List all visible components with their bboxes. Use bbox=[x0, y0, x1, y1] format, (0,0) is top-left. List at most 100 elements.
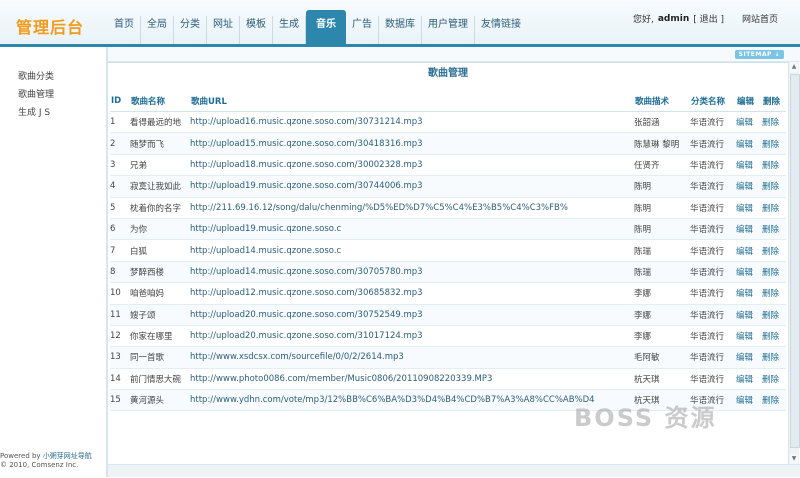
delete-link[interactable]: 删除 bbox=[762, 111, 786, 134]
edit-link[interactable]: 编辑 bbox=[736, 132, 762, 155]
table-row: 13 同一首歌 http://www.xsdcsx.com/sourcefile/0… bbox=[110, 346, 786, 369]
nav-tab-4[interactable]: 模板 bbox=[240, 16, 273, 44]
nav-tab-3[interactable]: 网址 bbox=[207, 16, 240, 44]
cell-song-name: 随梦而飞 bbox=[130, 132, 190, 155]
cell-song-url: http://www.xsdcsx.com/sourcefile/0/0/2/2… bbox=[190, 346, 634, 369]
edit-link[interactable]: 编辑 bbox=[736, 346, 762, 369]
edit-link[interactable]: 编辑 bbox=[736, 325, 762, 348]
delete-link[interactable]: 删除 bbox=[762, 218, 786, 241]
col-header-edit: 编辑 bbox=[736, 91, 762, 112]
cell-song-url: http://www.ydhn.com/vote/mp3/12%BB%C6%BA… bbox=[190, 389, 634, 412]
delete-link[interactable]: 删除 bbox=[762, 346, 786, 369]
cell-song-name: 梦醉西楼 bbox=[130, 261, 190, 284]
cell-song-url: http://211.69.16.12/song/dalu/chenming/%… bbox=[190, 197, 634, 219]
cell-id: 5 bbox=[110, 197, 130, 219]
table-row: 3 兄弟 http://upload18.music.qzone.soso.com/… bbox=[110, 154, 786, 177]
cell-song-name: 兄弟 bbox=[130, 154, 190, 177]
sidebar: 歌曲分类 歌曲管理 生成 J S bbox=[0, 47, 108, 477]
nav-tab-10[interactable]: 友情链接 bbox=[475, 16, 527, 44]
header: 管理后台 首页 全局 分类 网址 模板 生成 音乐 广告 数据库 用户管理 友情链接 您好, adm… bbox=[0, 0, 800, 47]
cell-id: 1 bbox=[110, 111, 130, 134]
cell-song-name: 同一首歌 bbox=[130, 346, 190, 369]
edit-link[interactable]: 编辑 bbox=[736, 304, 762, 326]
scroll-up-arrow-icon[interactable]: ▲ bbox=[790, 62, 798, 72]
delete-link[interactable]: 删除 bbox=[762, 239, 786, 262]
nav-tab-0[interactable]: 首页 bbox=[108, 16, 141, 44]
cell-song-url: http://upload14.music.qzone.soso.c bbox=[190, 239, 634, 262]
sub-toolbar: SITEMAP ⇣ bbox=[108, 47, 800, 62]
main-nav: 首页 全局 分类 网址 模板 生成 音乐 广告 数据库 用户管理 友情链接 bbox=[108, 10, 527, 44]
sidebar-item-song-manage[interactable]: 歌曲管理 bbox=[18, 87, 54, 100]
delete-link[interactable]: 删除 bbox=[762, 368, 786, 391]
nav-tab-7[interactable]: 广告 bbox=[346, 16, 379, 44]
nav-tab-6[interactable]: 音乐 bbox=[306, 10, 346, 44]
edit-link[interactable]: 编辑 bbox=[736, 239, 762, 262]
cell-id: 6 bbox=[110, 218, 130, 241]
cell-category: 华语流行 bbox=[690, 325, 736, 348]
delete-link[interactable]: 删除 bbox=[762, 389, 786, 412]
table-row: 14 前门情思大碗 http://www.photo0086.com/member/… bbox=[110, 368, 786, 391]
nav-tab-8[interactable]: 数据库 bbox=[379, 16, 422, 44]
cell-id: 2 bbox=[110, 132, 130, 155]
table-row: 1 看得最远的地 http://upload16.music.qzone.soso.… bbox=[110, 111, 786, 134]
delete-link[interactable]: 删除 bbox=[762, 304, 786, 326]
cell-category: 华语流行 bbox=[690, 132, 736, 155]
delete-link[interactable]: 删除 bbox=[762, 282, 786, 305]
cell-artist: 任贤齐 bbox=[634, 154, 690, 177]
horizontal-scrollbar[interactable] bbox=[108, 464, 800, 477]
sidebar-item-generate-js[interactable]: 生成 J S bbox=[18, 105, 50, 118]
cell-artist: 陈明 bbox=[634, 175, 690, 198]
delete-link[interactable]: 删除 bbox=[762, 261, 786, 284]
edit-link[interactable]: 编辑 bbox=[736, 282, 762, 305]
col-header-category: 分类名称 bbox=[690, 91, 736, 112]
edit-link[interactable]: 编辑 bbox=[736, 197, 762, 219]
cell-artist: 陈瑞 bbox=[634, 261, 690, 284]
cell-song-url: http://upload12.music.qzone.soso.com/306… bbox=[190, 282, 634, 305]
app-logo: 管理后台 bbox=[16, 18, 85, 37]
cell-artist: 陈慧琳 黎明 bbox=[634, 132, 690, 155]
nav-tab-5[interactable]: 生成 bbox=[273, 16, 306, 44]
brand-link[interactable]: 小粥芽网址导航 bbox=[43, 452, 92, 460]
delete-link[interactable]: 删除 bbox=[762, 175, 786, 198]
site-home-link[interactable]: 网站首页 bbox=[742, 12, 778, 25]
cell-song-url: http://upload20.music.qzone.soso.com/310… bbox=[190, 325, 634, 348]
cell-id: 7 bbox=[110, 239, 130, 262]
edit-link[interactable]: 编辑 bbox=[736, 218, 762, 241]
delete-link[interactable]: 删除 bbox=[762, 197, 786, 219]
sidebar-item-song-category[interactable]: 歌曲分类 bbox=[18, 69, 54, 82]
cell-song-url: http://upload16.music.qzone.soso.com/307… bbox=[190, 111, 634, 134]
cell-song-url: http://upload19.music.qzone.soso.c bbox=[190, 218, 634, 241]
nav-tab-9[interactable]: 用户管理 bbox=[422, 16, 475, 44]
cell-category: 华语流行 bbox=[690, 346, 736, 369]
cell-category: 华语流行 bbox=[690, 304, 736, 326]
edit-link[interactable]: 编辑 bbox=[736, 111, 762, 134]
delete-link[interactable]: 删除 bbox=[762, 132, 786, 155]
table-row: 4 寂寞让我如此 http://upload19.music.qzone.soso.… bbox=[110, 175, 786, 198]
edit-link[interactable]: 编辑 bbox=[736, 389, 762, 412]
delete-link[interactable]: 删除 bbox=[762, 154, 786, 177]
scroll-down-arrow-icon[interactable]: ▼ bbox=[790, 454, 798, 464]
vertical-scrollbar[interactable]: ▲ ▼ bbox=[788, 62, 800, 464]
edit-link[interactable]: 编辑 bbox=[736, 261, 762, 284]
edit-link[interactable]: 编辑 bbox=[736, 175, 762, 198]
cell-song-url: http://upload19.music.qzone.soso.com/307… bbox=[190, 175, 634, 198]
scroll-thumb[interactable] bbox=[790, 74, 800, 448]
nav-tab-2[interactable]: 分类 bbox=[174, 16, 207, 44]
edit-link[interactable]: 编辑 bbox=[736, 368, 762, 391]
cell-song-name: 嫂子颂 bbox=[130, 304, 190, 326]
page-title: 歌曲管理 bbox=[428, 68, 468, 79]
cell-category: 华语流行 bbox=[690, 111, 736, 134]
cell-category: 华语流行 bbox=[690, 175, 736, 198]
logout-link[interactable]: [ 退出 ] bbox=[693, 12, 724, 25]
cell-song-name: 为你 bbox=[130, 218, 190, 241]
edit-link[interactable]: 编辑 bbox=[736, 154, 762, 177]
cell-artist: 陈明 bbox=[634, 218, 690, 241]
cell-category: 华语流行 bbox=[690, 239, 736, 262]
cell-id: 3 bbox=[110, 154, 130, 177]
table-row: 10 咱爸咱妈 http://upload12.music.qzone.soso.c… bbox=[110, 282, 786, 305]
nav-tab-1[interactable]: 全局 bbox=[141, 16, 174, 44]
cell-artist: 李娜 bbox=[634, 304, 690, 326]
cell-id: 11 bbox=[110, 304, 130, 326]
delete-link[interactable]: 删除 bbox=[762, 325, 786, 348]
sitemap-button[interactable]: SITEMAP ⇣ bbox=[734, 50, 784, 59]
